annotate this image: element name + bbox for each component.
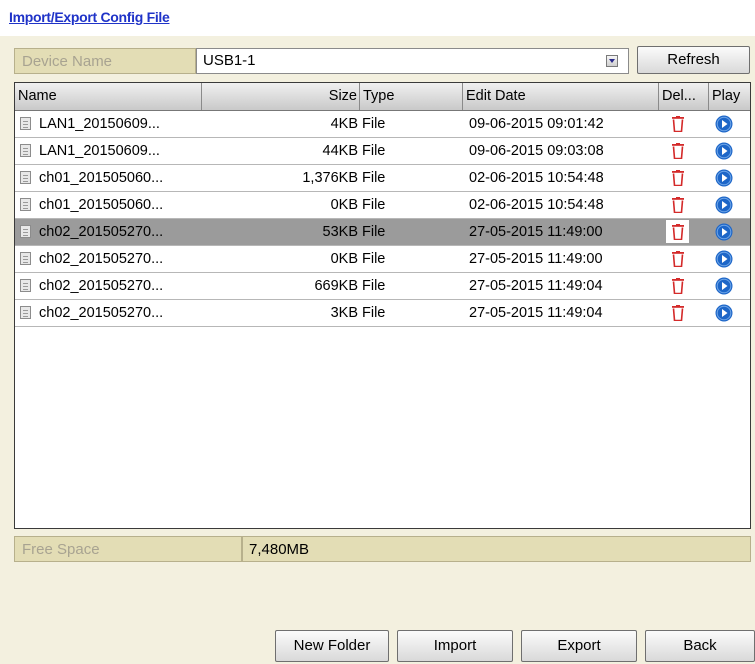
- import-button[interactable]: Import: [397, 630, 513, 662]
- file-edit-date: 27-05-2015 11:49:04: [469, 278, 603, 294]
- file-name: ch02_201505270...: [39, 278, 164, 294]
- file-name: LAN1_20150609...: [39, 116, 160, 132]
- file-icon: [20, 144, 31, 157]
- new-folder-button[interactable]: New Folder: [275, 630, 389, 662]
- refresh-button[interactable]: Refresh: [637, 46, 750, 74]
- file-name: LAN1_20150609...: [39, 143, 160, 159]
- column-header-type[interactable]: Type: [360, 83, 463, 110]
- column-header-size[interactable]: Size: [202, 83, 360, 110]
- table-row[interactable]: ch02_201505270... 3KB File 27-05-2015 11:49…: [15, 300, 750, 327]
- table-row[interactable]: LAN1_20150609... 44KB File 09-06-2015 09:03…: [15, 138, 750, 165]
- play-icon[interactable]: [715, 196, 733, 214]
- file-edit-date: 09-06-2015 09:03:08: [469, 143, 604, 159]
- file-size: 3KB: [330, 305, 358, 321]
- column-header-edit-date[interactable]: Edit Date: [463, 83, 659, 110]
- trash-icon[interactable]: [672, 278, 684, 294]
- table-row[interactable]: LAN1_20150609... 4KB File 09-06-2015 09:01:…: [15, 111, 750, 138]
- device-select[interactable]: USB1-1: [196, 48, 629, 74]
- play-icon[interactable]: [715, 115, 733, 133]
- table-row[interactable]: ch02_201505270... 669KB File 27-05-2015 11:…: [15, 273, 750, 300]
- file-name: ch01_201505060...: [39, 170, 164, 186]
- file-name: ch02_201505270...: [39, 251, 164, 267]
- file-icon: [20, 306, 31, 319]
- file-name: ch02_201505270...: [39, 305, 164, 321]
- file-size: 4KB: [330, 116, 358, 132]
- file-type: File: [362, 251, 386, 267]
- play-icon[interactable]: [715, 169, 733, 187]
- column-header-delete[interactable]: Del...: [659, 83, 709, 110]
- table-row[interactable]: ch02_201505270... 53KB File 27-05-2015 11:4…: [15, 219, 750, 246]
- table-row[interactable]: ch01_201505060... 1,376KB File 02-06-2015 1…: [15, 165, 750, 192]
- play-icon[interactable]: [715, 277, 733, 295]
- page-title-link[interactable]: Import/Export Config File: [9, 9, 170, 25]
- file-icon: [20, 171, 31, 184]
- file-type: File: [362, 170, 386, 186]
- file-icon: [20, 252, 31, 265]
- column-header-play[interactable]: Play: [709, 83, 750, 110]
- device-name-label: Device Name: [14, 48, 196, 74]
- trash-icon[interactable]: [672, 116, 684, 132]
- column-header-name[interactable]: Name: [15, 83, 202, 110]
- file-size: 1,376KB: [302, 170, 358, 186]
- device-select-value: USB1-1: [203, 52, 256, 69]
- table-row[interactable]: ch01_201505060... 0KB File 02-06-2015 10:54…: [15, 192, 750, 219]
- file-icon: [20, 198, 31, 211]
- file-size: 44KB: [322, 143, 358, 159]
- file-edit-date: 09-06-2015 09:01:42: [469, 116, 604, 132]
- chevron-down-icon[interactable]: [606, 55, 618, 67]
- play-icon[interactable]: [715, 223, 733, 241]
- file-icon: [20, 279, 31, 292]
- file-size: 53KB: [322, 224, 358, 240]
- table-row[interactable]: ch02_201505270... 0KB File 27-05-2015 11:49…: [15, 246, 750, 273]
- play-icon[interactable]: [715, 304, 733, 322]
- free-space-label: Free Space: [14, 536, 242, 562]
- file-type: File: [362, 116, 386, 132]
- file-icon: [20, 117, 31, 130]
- file-edit-date: 27-05-2015 11:49:00: [469, 224, 603, 240]
- trash-icon[interactable]: [672, 305, 684, 321]
- free-space-value: 7,480MB: [242, 536, 751, 562]
- file-name: ch02_201505270...: [39, 224, 164, 240]
- play-icon[interactable]: [715, 142, 733, 160]
- trash-icon[interactable]: [672, 197, 684, 213]
- file-size: 0KB: [330, 197, 358, 213]
- file-type: File: [362, 305, 386, 321]
- file-edit-date: 27-05-2015 11:49:00: [469, 251, 603, 267]
- file-table: Name Size Type Edit Date Del... Play LAN…: [14, 82, 751, 529]
- trash-icon[interactable]: [672, 170, 684, 186]
- trash-icon[interactable]: [672, 251, 684, 267]
- file-edit-date: 02-06-2015 10:54:48: [469, 170, 604, 186]
- file-edit-date: 02-06-2015 10:54:48: [469, 197, 604, 213]
- file-type: File: [362, 197, 386, 213]
- file-edit-date: 27-05-2015 11:49:04: [469, 305, 603, 321]
- file-type: File: [362, 224, 386, 240]
- file-icon: [20, 225, 31, 238]
- trash-icon[interactable]: [672, 224, 684, 240]
- file-size: 669KB: [314, 278, 358, 294]
- export-button[interactable]: Export: [521, 630, 637, 662]
- file-size: 0KB: [330, 251, 358, 267]
- back-button[interactable]: Back: [645, 630, 755, 662]
- file-type: File: [362, 278, 386, 294]
- play-icon[interactable]: [715, 250, 733, 268]
- trash-icon[interactable]: [672, 143, 684, 159]
- file-type: File: [362, 143, 386, 159]
- table-header: Name Size Type Edit Date Del... Play: [15, 83, 750, 111]
- file-name: ch01_201505060...: [39, 197, 164, 213]
